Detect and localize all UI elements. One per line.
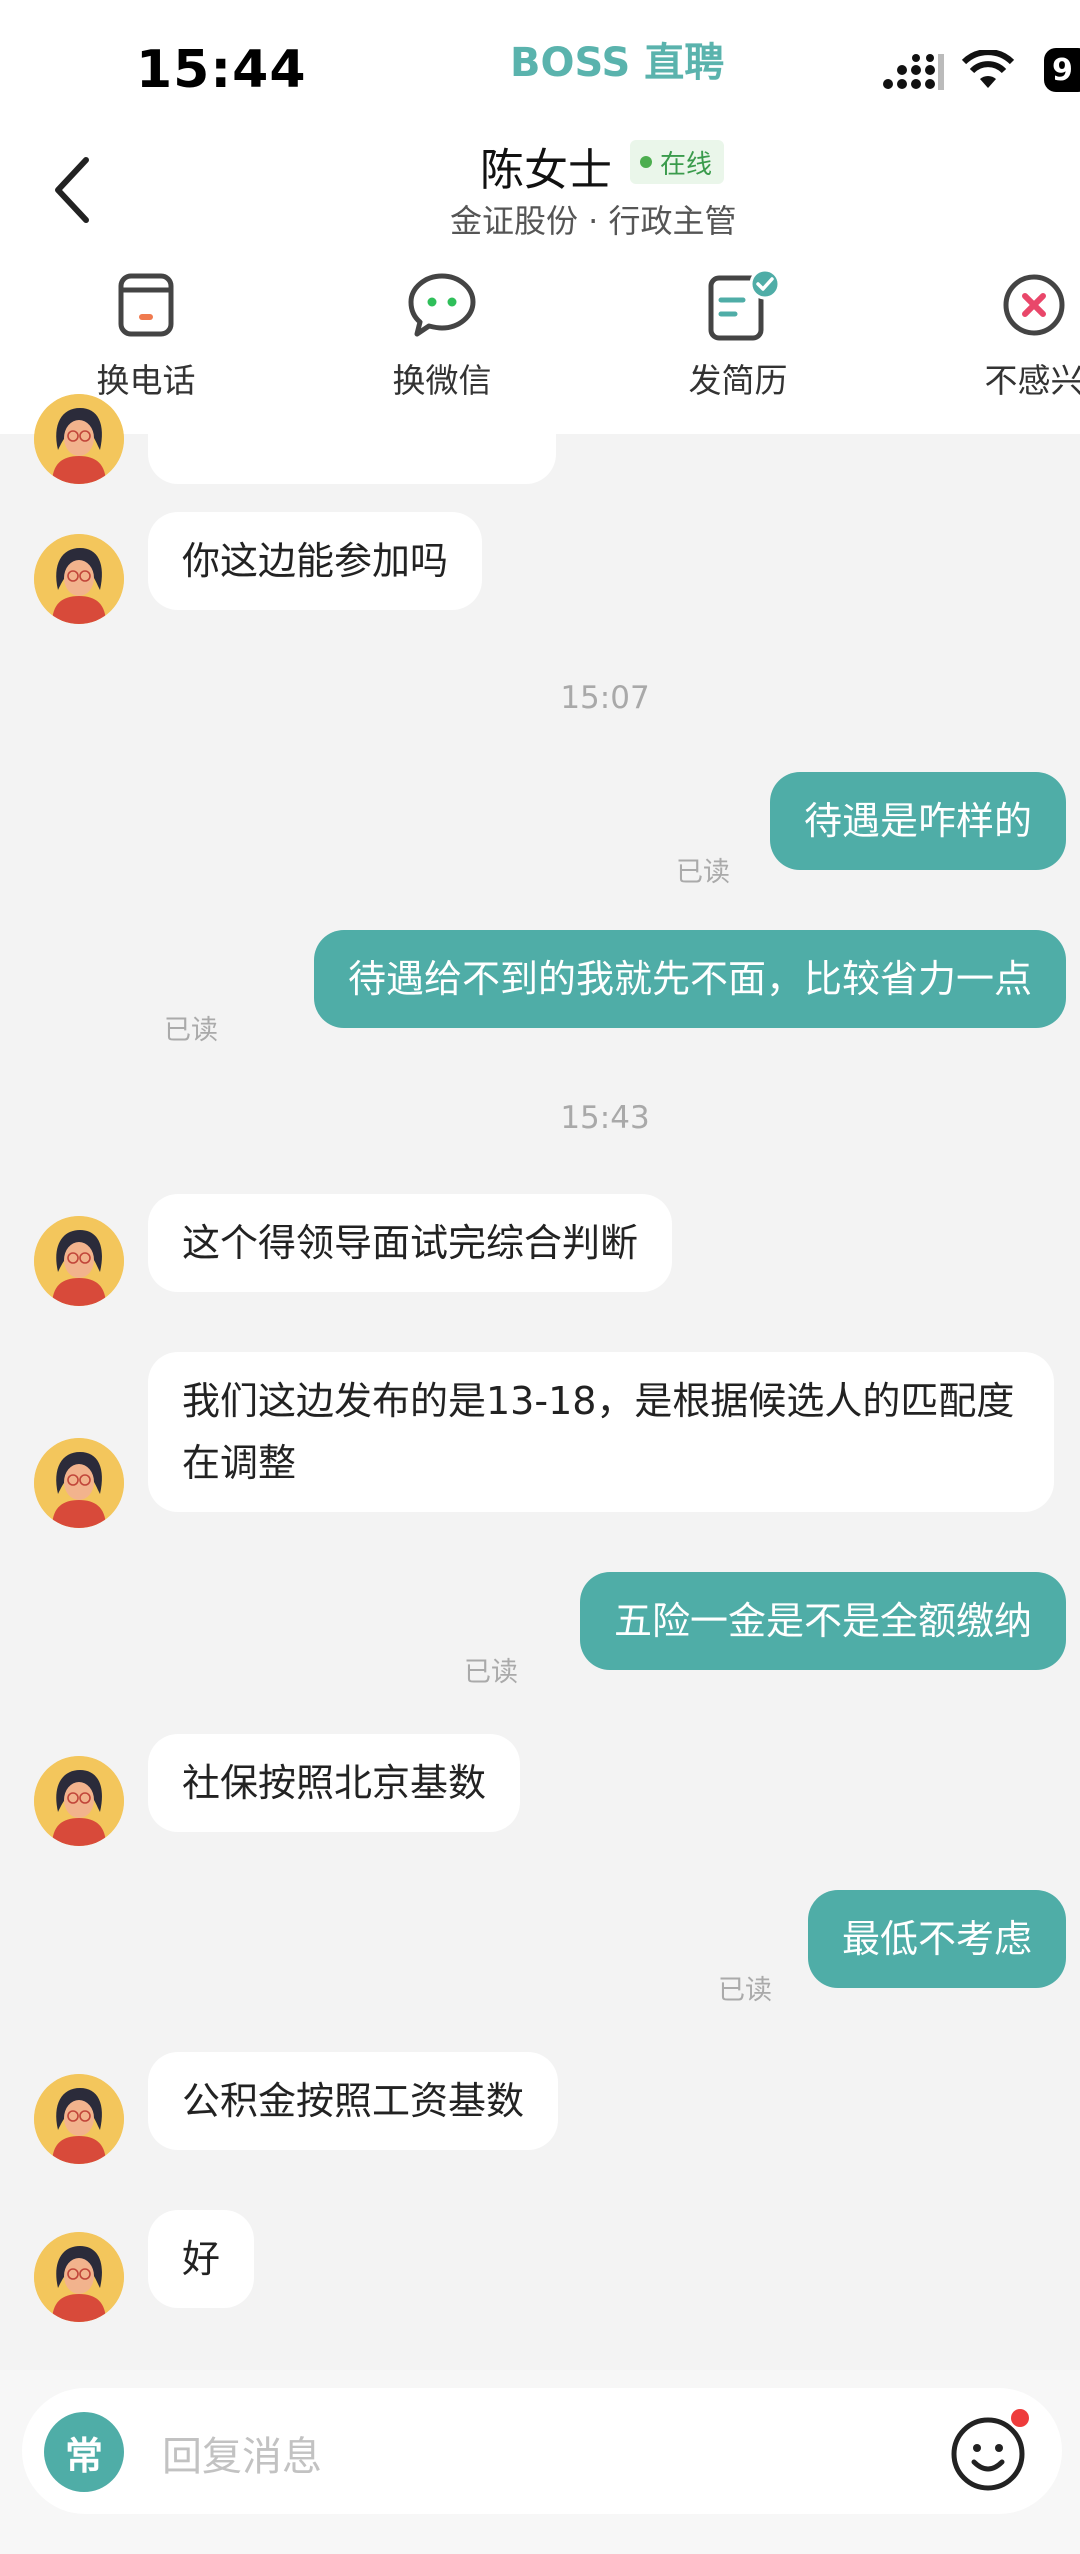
status-time: 15:44: [136, 40, 307, 100]
not-interested-icon: [999, 270, 1069, 340]
action-not-interested[interactable]: 不感兴: [944, 270, 1080, 402]
avatar[interactable]: [34, 1216, 124, 1306]
message-bubble: 五险一金是不是全额缴纳: [579, 1572, 1066, 1670]
online-label: 在线: [660, 149, 713, 180]
avatar-illustration: [34, 1756, 124, 1846]
smiley-icon: [951, 2409, 1029, 2491]
contact-name: 陈女士: [480, 145, 612, 196]
avatar-illustration: [34, 394, 124, 484]
message-bubble: 待遇给不到的我就先不面，比较省力一点: [313, 930, 1066, 1028]
online-dot-icon: [640, 156, 652, 168]
avatar-illustration: [34, 2074, 124, 2164]
action-change-phone[interactable]: 换电话: [56, 270, 236, 402]
chevron-left-icon: [55, 157, 89, 223]
signal-icon: [883, 54, 944, 90]
avatar[interactable]: [34, 534, 124, 624]
back-button[interactable]: [44, 150, 104, 230]
avatar[interactable]: [34, 394, 124, 484]
action-send-resume[interactable]: 发简历: [648, 268, 828, 402]
message-bubble-partial: [148, 404, 556, 484]
contact-subtitle: 金证股份 · 行政主管: [450, 202, 737, 240]
message-bubble: 好: [148, 2210, 255, 2308]
message-bubble: 最低不考虑: [807, 1890, 1066, 1988]
avatar[interactable]: [34, 2232, 124, 2322]
emoji-button[interactable]: [944, 2402, 1040, 2498]
phone-card-icon: [111, 270, 181, 340]
wifi-icon: [961, 50, 1015, 88]
online-badge: 在线: [630, 140, 725, 184]
avatar[interactable]: [34, 1756, 124, 1846]
action-change-wechat[interactable]: 换微信: [352, 270, 532, 402]
timestamp: 15:43: [560, 1100, 650, 1136]
input-bar: 常 回复消息: [0, 2370, 1080, 2554]
status-icons: 9: [860, 48, 1080, 94]
avatar-illustration: [34, 2232, 124, 2322]
message-bubble: 社保按照北京基数: [148, 1734, 521, 1832]
resume-check-icon: [703, 268, 781, 341]
common-phrases-button[interactable]: 常: [44, 2412, 124, 2492]
message-bubble: 我们这边发布的是13-18，是根据候选人的匹配度在调整: [148, 1352, 1054, 1512]
battery-indicator: 9: [1044, 48, 1080, 92]
avatar-illustration: [34, 534, 124, 624]
chat-area[interactable]: 你这边能参加吗 15:07 已读 待遇是咋样的 已读 待遇给不到的我就先不面，比…: [0, 394, 1080, 2364]
action-label: 换微信: [392, 361, 492, 400]
message-bubble: 你这边能参加吗: [148, 512, 483, 610]
action-label: 不感兴: [984, 361, 1080, 400]
avatar-illustration: [34, 1438, 124, 1528]
message-bubble: 待遇是咋样的: [769, 772, 1066, 870]
timestamp: 15:07: [560, 680, 650, 716]
avatar-illustration: [34, 1216, 124, 1306]
read-receipt: 已读: [676, 857, 730, 888]
read-receipt: 已读: [464, 1657, 518, 1688]
avatar[interactable]: [34, 1438, 124, 1528]
read-receipt: 已读: [718, 1975, 772, 2006]
message-bubble: 公积金按照工资基数: [148, 2052, 559, 2150]
action-label: 发简历: [688, 361, 788, 400]
read-receipt: 已读: [164, 1015, 218, 1046]
reply-input[interactable]: 回复消息: [162, 2424, 322, 2482]
avatar[interactable]: [34, 2074, 124, 2164]
brand-logo: BOSS 直聘: [510, 40, 725, 86]
header: 15:44 BOSS 直聘 9 陈女士 在线 金证股份 · 行政主管 换电话 换…: [0, 0, 1080, 434]
action-bar: 换电话 换微信 发简历 不感兴: [0, 268, 1080, 420]
wechat-icon: [407, 270, 477, 340]
reply-input-box[interactable]: 常 回复消息: [22, 2388, 1062, 2514]
message-bubble: 这个得领导面试完综合判断: [148, 1194, 673, 1292]
